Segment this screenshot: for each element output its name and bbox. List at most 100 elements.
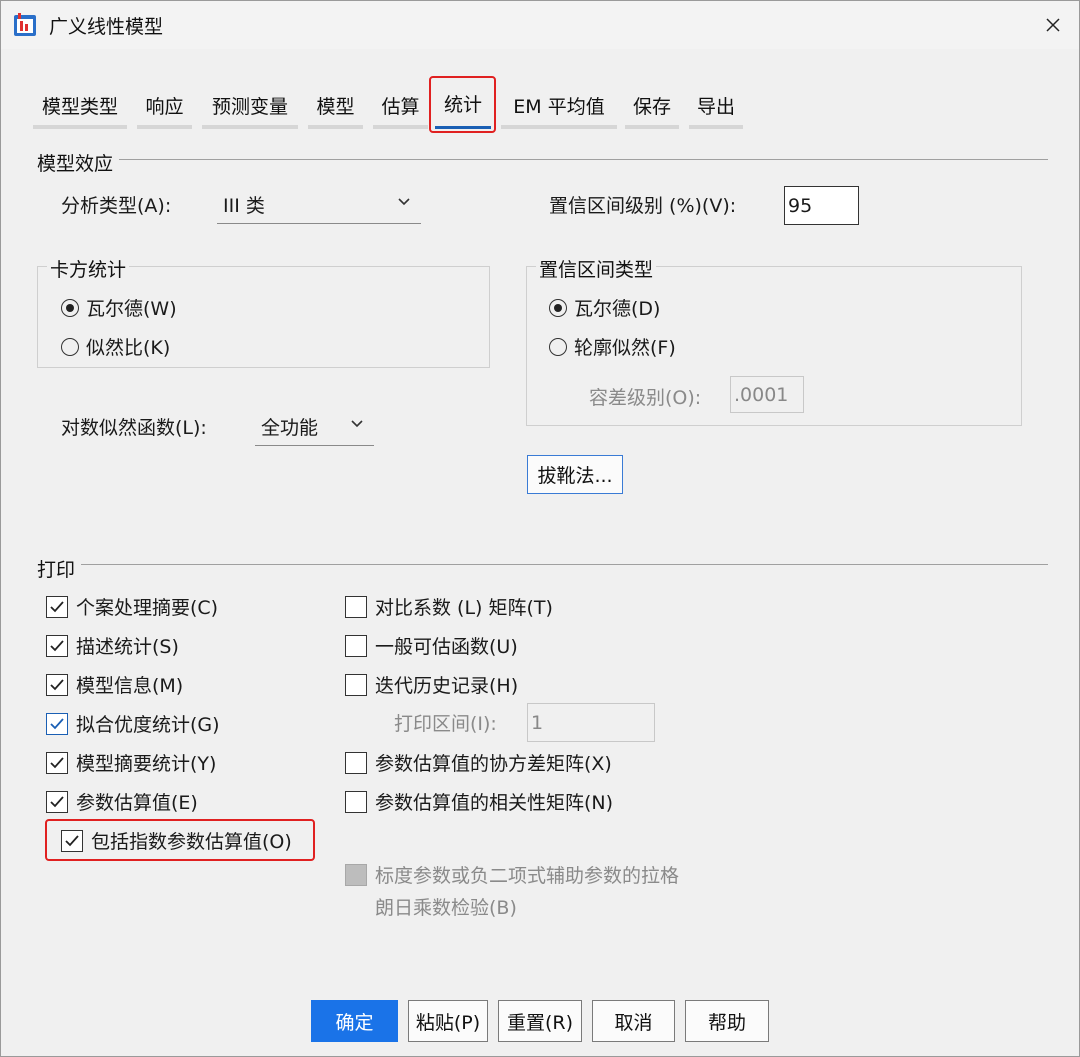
tab-label: 预测变量	[211, 95, 288, 118]
checkbox-indicator	[46, 790, 68, 813]
tab-highlight-annotation	[429, 76, 496, 133]
tab-label: 响应	[145, 95, 184, 118]
analysis-type-value: III 类	[223, 195, 265, 217]
tab-label: 模型类型	[41, 95, 118, 118]
ci-level-label: 置信区间级别 (%)(V):	[549, 195, 737, 217]
chevron-down-icon	[351, 420, 363, 428]
bootstrap-button[interactable]: 拔靴法...	[527, 455, 623, 494]
checkbox-indicator	[345, 790, 367, 813]
checkbox-label: 朗日乘数检验(B)	[375, 897, 517, 919]
tab-label: 导出	[696, 95, 735, 118]
checkbox-indicator	[46, 751, 68, 774]
section-title-model-effects: 模型效应	[37, 149, 120, 176]
radio-indicator	[61, 298, 79, 317]
check-model-info[interactable]: 模型信息(M)	[46, 671, 183, 698]
checkmark-icon	[50, 756, 64, 768]
radio-label: 瓦尔德(D)	[574, 298, 661, 320]
title-bar: 广义线性模型	[1, 1, 1079, 49]
radio-indicator	[549, 337, 567, 356]
checkbox-label: 个案处理摘要(C)	[76, 597, 219, 619]
print-interval-input[interactable]: 1	[527, 703, 655, 742]
checkbox-label: 模型信息(M)	[76, 675, 184, 697]
checkmark-icon	[50, 717, 64, 729]
radio-wald-chi[interactable]: 瓦尔德(W)	[61, 294, 177, 321]
checkbox-label: 模型摘要统计(Y)	[76, 753, 217, 775]
checkbox-label: 一般可估函数(U)	[375, 636, 518, 658]
tab-label: 保存	[632, 95, 671, 118]
checkbox-highlight-annotation	[45, 819, 315, 861]
tab-response[interactable]: 响应	[137, 85, 192, 129]
check-case-summary[interactable]: 个案处理摘要(C)	[46, 593, 218, 620]
ok-button[interactable]: 确定	[311, 1000, 398, 1042]
radio-label: 瓦尔德(W)	[86, 298, 177, 320]
check-parameter-estimates[interactable]: 参数估算值(E)	[46, 788, 198, 815]
check-goodness-of-fit[interactable]: 拟合优度统计(G)	[46, 710, 220, 737]
divider	[37, 159, 1048, 160]
log-likelihood-select[interactable]: 全功能	[255, 408, 374, 446]
check-correlation-matrix[interactable]: 参数估算值的相关性矩阵(N)	[345, 788, 613, 815]
checkmark-icon	[50, 795, 64, 807]
check-descriptive-stats[interactable]: 描述统计(S)	[46, 632, 179, 659]
checkbox-indicator	[345, 595, 367, 618]
tab-export[interactable]: 导出	[689, 85, 743, 129]
tab-label: 模型	[316, 95, 355, 118]
tab-estimation[interactable]: 估算	[373, 85, 428, 129]
analysis-type-select[interactable]: III 类	[217, 186, 421, 224]
log-likelihood-label: 对数似然函数(L):	[61, 417, 207, 439]
tab-save[interactable]: 保存	[625, 85, 679, 129]
checkbox-indicator	[46, 712, 68, 735]
checkbox-indicator	[345, 751, 367, 774]
checkbox-indicator	[345, 634, 367, 657]
radio-likelihood-ratio[interactable]: 似然比(K)	[61, 333, 170, 360]
tab-predictors[interactable]: 预测变量	[202, 85, 298, 129]
checkbox-indicator	[46, 673, 68, 696]
check-general-estimable[interactable]: 一般可估函数(U)	[345, 632, 518, 659]
check-model-summary[interactable]: 模型摘要统计(Y)	[46, 749, 216, 776]
checkmark-icon	[50, 678, 64, 690]
tolerance-input[interactable]: .0001	[730, 376, 804, 413]
chevron-down-icon	[398, 198, 410, 206]
checkmark-icon	[50, 639, 64, 651]
checkbox-label: 迭代历史记录(H)	[375, 675, 519, 697]
help-button[interactable]: 帮助	[685, 1000, 769, 1042]
close-icon	[1046, 18, 1060, 32]
checkbox-label-group: 标度参数或负二项式辅助参数的拉格 朗日乘数检验(B)	[375, 860, 679, 924]
checkbox-label: 参数估算值的协方差矩阵(X)	[375, 753, 612, 775]
radio-label: 似然比(K)	[86, 337, 171, 359]
ci-level-input[interactable]: 95	[784, 186, 859, 225]
checkbox-indicator	[345, 864, 367, 886]
checkmark-icon	[50, 600, 64, 612]
dialog-window: 广义线性模型 模型类型 响应 预测变量 模型 估算 统计 EM 平均值 保存 导…	[0, 0, 1080, 1057]
tab-model[interactable]: 模型	[308, 85, 363, 129]
app-icon	[14, 13, 36, 36]
check-covariance-matrix[interactable]: 参数估算值的协方差矩阵(X)	[345, 749, 612, 776]
tab-model-type[interactable]: 模型类型	[33, 85, 127, 129]
divider	[37, 564, 1048, 565]
tab-em-means[interactable]: EM 平均值	[501, 85, 617, 129]
paste-button[interactable]: 粘贴(P)	[408, 1000, 488, 1042]
radio-profile-likelihood[interactable]: 轮廓似然(F)	[549, 333, 676, 360]
radio-wald-ci[interactable]: 瓦尔德(D)	[549, 294, 660, 321]
checkbox-label: 描述统计(S)	[76, 636, 179, 658]
analysis-type-label: 分析类型(A):	[61, 195, 172, 217]
tab-label: 估算	[381, 95, 420, 118]
check-iteration-history[interactable]: 迭代历史记录(H)	[345, 671, 518, 698]
checkbox-label: 参数估算值的相关性矩阵(N)	[375, 792, 614, 814]
window-title: 广义线性模型	[49, 16, 164, 38]
check-lagrange-multiplier[interactable]: 标度参数或负二项式辅助参数的拉格 朗日乘数检验(B)	[345, 863, 679, 924]
close-button[interactable]	[1031, 7, 1075, 43]
checkbox-label: 对比系数 (L) 矩阵(T)	[375, 597, 553, 619]
tab-label: EM 平均值	[513, 95, 605, 118]
log-likelihood-value: 全功能	[261, 417, 319, 439]
radio-label: 轮廓似然(F)	[574, 337, 676, 359]
check-contrast-matrix[interactable]: 对比系数 (L) 矩阵(T)	[345, 593, 553, 620]
section-title-print: 打印	[37, 555, 82, 582]
checkbox-indicator	[46, 634, 68, 657]
radio-indicator	[61, 337, 79, 356]
checkbox-label: 标度参数或负二项式辅助参数的拉格	[375, 865, 680, 887]
checkbox-label: 参数估算值(E)	[76, 792, 198, 814]
cancel-button[interactable]: 取消	[592, 1000, 675, 1042]
reset-button[interactable]: 重置(R)	[498, 1000, 582, 1042]
radio-indicator	[549, 298, 567, 317]
checkbox-indicator	[345, 673, 367, 696]
